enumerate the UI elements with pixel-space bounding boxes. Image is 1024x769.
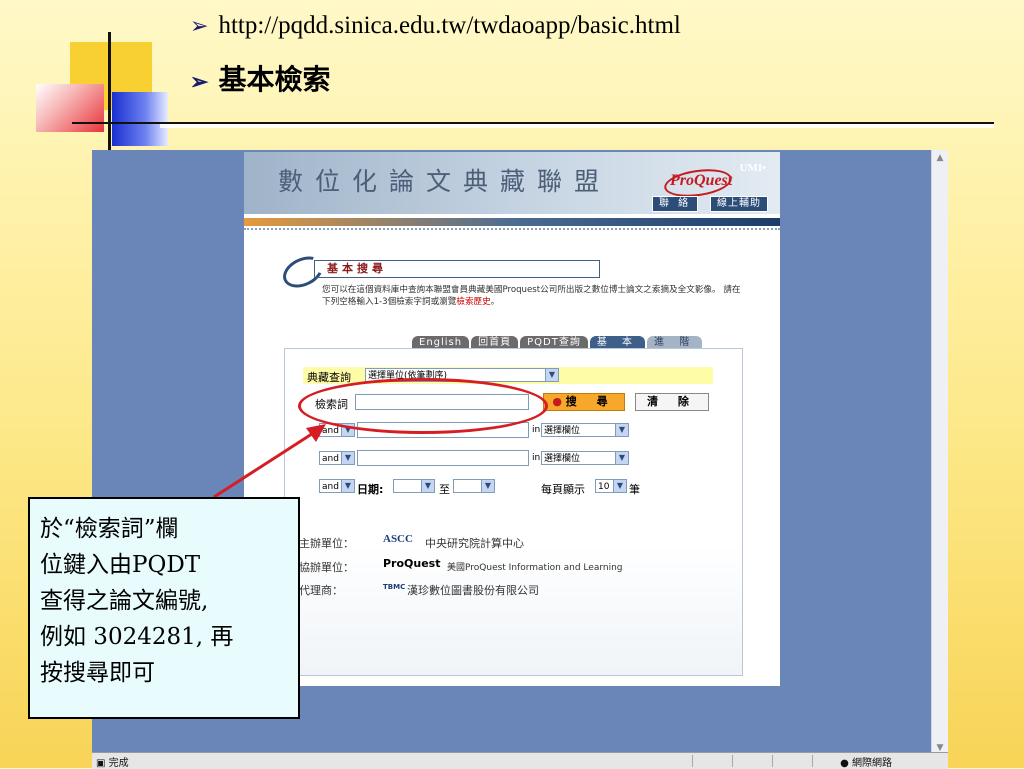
logo-proquest: ProQuest xyxy=(670,172,733,189)
chevron-down-icon: ▼ xyxy=(613,480,626,492)
per-page-select[interactable]: 10 ▼ xyxy=(595,479,627,493)
co-label: 協辦單位： xyxy=(299,561,354,574)
heading-bullet: ➢ 基本檢索 xyxy=(190,58,330,98)
agent-label: 代理商： xyxy=(299,584,343,597)
callout-line-2: 位鍵入由PQDT xyxy=(40,552,201,578)
globe-icon: ● xyxy=(840,758,852,769)
keyword-input-3[interactable] xyxy=(357,450,529,466)
date-label: 日期: xyxy=(357,483,384,496)
status-divider xyxy=(812,755,813,767)
proquest-logo[interactable]: UMI• ProQuest xyxy=(662,162,772,201)
date-to-select[interactable]: ▼ xyxy=(453,479,495,493)
callout-box: 於“檢索詞”欄 位鍵入由PQDT 查得之論文編號, 例如 3024281, 再 … xyxy=(28,497,300,719)
chevron-down-icon: ▼ xyxy=(545,369,558,381)
banner-strip xyxy=(244,218,780,226)
clear-button[interactable]: 清 除 xyxy=(635,393,709,411)
section-title: 基本搜尋 xyxy=(314,260,600,278)
per-page-unit: 筆 xyxy=(629,483,640,496)
in-label-1: in xyxy=(532,425,541,435)
slide-heading: 基本檢索 xyxy=(218,63,331,96)
contact-button[interactable]: 聯 絡 xyxy=(652,196,699,212)
date-from-select[interactable]: ▼ xyxy=(393,479,435,493)
chevron-down-icon: ▼ xyxy=(341,452,354,464)
chevron-down-icon: ▼ xyxy=(481,480,494,492)
decor-red-square xyxy=(36,84,104,132)
date-to-label: 至 xyxy=(439,483,450,496)
decor-blue-square xyxy=(112,92,168,146)
per-page-label: 每頁顯示 xyxy=(541,483,585,496)
in-label-2: in xyxy=(532,453,541,463)
field-select-1[interactable]: 選擇欄位 ▼ xyxy=(541,423,629,437)
decor-vertical-line xyxy=(108,32,111,150)
operator-select-3[interactable]: and ▼ xyxy=(319,479,355,493)
search-button[interactable]: ● 搜 尋 xyxy=(543,393,625,411)
chevron-down-icon: ▼ xyxy=(341,480,354,492)
site-title: 數位化論文典藏聯盟 xyxy=(278,167,612,196)
field-select-2[interactable]: 選擇欄位 ▼ xyxy=(541,451,629,465)
url-text: http://pqdd.sinica.edu.tw/twdaoapp/basic… xyxy=(218,12,681,39)
collection-label: 典藏查詢 xyxy=(307,371,351,384)
vertical-scrollbar[interactable]: ▲ ▼ xyxy=(931,150,948,756)
intro-text: 您可以在這個資料庫中查詢本聯盟會員典藏美國Proquest公司所出版之數位博士論… xyxy=(322,285,741,307)
status-divider xyxy=(732,755,733,767)
bullet-arrow-icon: ➢ xyxy=(190,13,209,38)
callout-line-5: 按搜尋即可 xyxy=(40,660,155,686)
chevron-down-icon: ▼ xyxy=(615,452,628,464)
help-button[interactable]: 線上輔助 xyxy=(710,196,768,212)
callout-line-1: 於“檢索詞”欄 xyxy=(40,516,179,542)
host-label: 主辦單位： xyxy=(299,537,354,550)
status-done: ▣ 完成 xyxy=(96,758,129,769)
ascc-logo: ASCC xyxy=(383,533,413,545)
search-dot-icon: ● xyxy=(552,395,566,408)
tbmc-logo: TBMC xyxy=(383,583,406,591)
url-bullet: ➢ http://pqdd.sinica.edu.tw/twdaoapp/basi… xyxy=(190,12,681,40)
banner-dotted-line xyxy=(244,228,780,232)
highlight-ellipse xyxy=(298,378,548,434)
co-name: 美國ProQuest Information and Learning xyxy=(447,563,623,573)
search-history-link[interactable]: 檢索歷史 xyxy=(456,297,490,307)
tab-bar: English 回首頁 PQDT查詢基 本進 階 xyxy=(412,330,704,350)
logo-umi: UMI• xyxy=(739,162,766,174)
chevron-down-icon: ▼ xyxy=(615,424,628,436)
host-name: 中央研究院計算中心 xyxy=(425,537,524,550)
bullet-arrow-icon: ➢ xyxy=(190,69,209,95)
agent-name: 漢珍數位圖書股份有限公司 xyxy=(407,584,539,597)
decor-highlight-line xyxy=(160,124,994,128)
callout-line-3: 查得之論文編號, xyxy=(40,588,209,614)
page-icon: ▣ xyxy=(96,758,109,769)
status-divider xyxy=(772,755,773,767)
status-zone: ● 網際網路 xyxy=(840,758,892,769)
proquest-small-logo: ProQuest xyxy=(383,557,441,570)
browser-statusbar: ▣ 完成 ● 網際網路 xyxy=(92,752,948,769)
status-divider xyxy=(692,755,693,767)
callout-line-4: 例如 3024281, 再 xyxy=(40,624,234,650)
scroll-up-icon[interactable]: ▲ xyxy=(934,152,946,164)
operator-select-2[interactable]: and ▼ xyxy=(319,451,355,465)
chevron-down-icon: ▼ xyxy=(421,480,434,492)
site-banner: 數位化論文典藏聯盟 UMI• ProQuest 聯 絡 線上輔助 xyxy=(244,152,780,214)
